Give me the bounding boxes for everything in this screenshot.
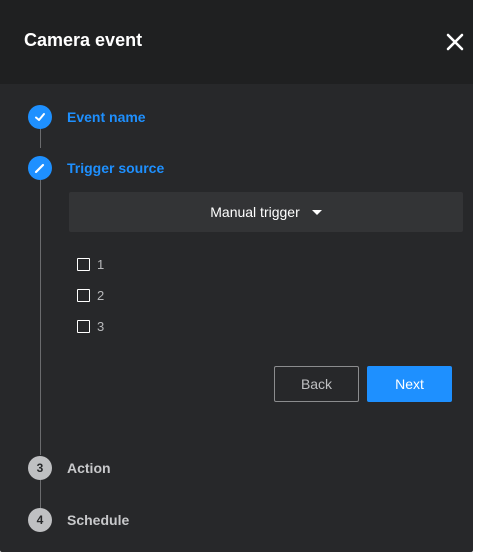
chevron-down-icon: [311, 209, 322, 215]
checkbox[interactable]: [77, 320, 90, 333]
trigger-option-3[interactable]: 3: [77, 319, 104, 334]
close-icon[interactable]: [443, 30, 467, 54]
checkbox[interactable]: [77, 258, 90, 271]
trigger-type-value: Manual trigger: [210, 204, 300, 220]
camera-event-dialog: Camera event Event name Trigger source M…: [0, 0, 473, 552]
step-active-indicator: [28, 156, 52, 180]
checkbox-label: 2: [97, 288, 105, 303]
dialog-header: Camera event: [0, 0, 473, 84]
step-number-indicator: 3: [28, 456, 52, 480]
step-completed-indicator: [28, 105, 52, 129]
pencil-icon: [34, 163, 45, 174]
step-number-indicator: 4: [28, 508, 52, 532]
trigger-type-select[interactable]: Manual trigger: [69, 192, 463, 232]
back-button[interactable]: Back: [274, 366, 359, 402]
check-icon: [35, 113, 45, 121]
step-label-action[interactable]: Action: [67, 459, 111, 477]
trigger-option-2[interactable]: 2: [77, 288, 104, 303]
step-label-schedule[interactable]: Schedule: [67, 511, 129, 529]
checkbox[interactable]: [77, 289, 90, 302]
dialog-title: Camera event: [24, 30, 143, 50]
step-label-trigger-source[interactable]: Trigger source: [67, 159, 164, 177]
checkbox-label: 3: [97, 319, 105, 334]
step-label-event-name[interactable]: Event name: [67, 108, 146, 126]
next-button[interactable]: Next: [367, 366, 452, 402]
checkbox-label: 1: [97, 257, 105, 272]
stepper-connector: [40, 480, 41, 508]
stepper-connector: [40, 128, 41, 148]
trigger-option-1[interactable]: 1: [77, 257, 104, 272]
stepper-connector: [40, 180, 41, 455]
